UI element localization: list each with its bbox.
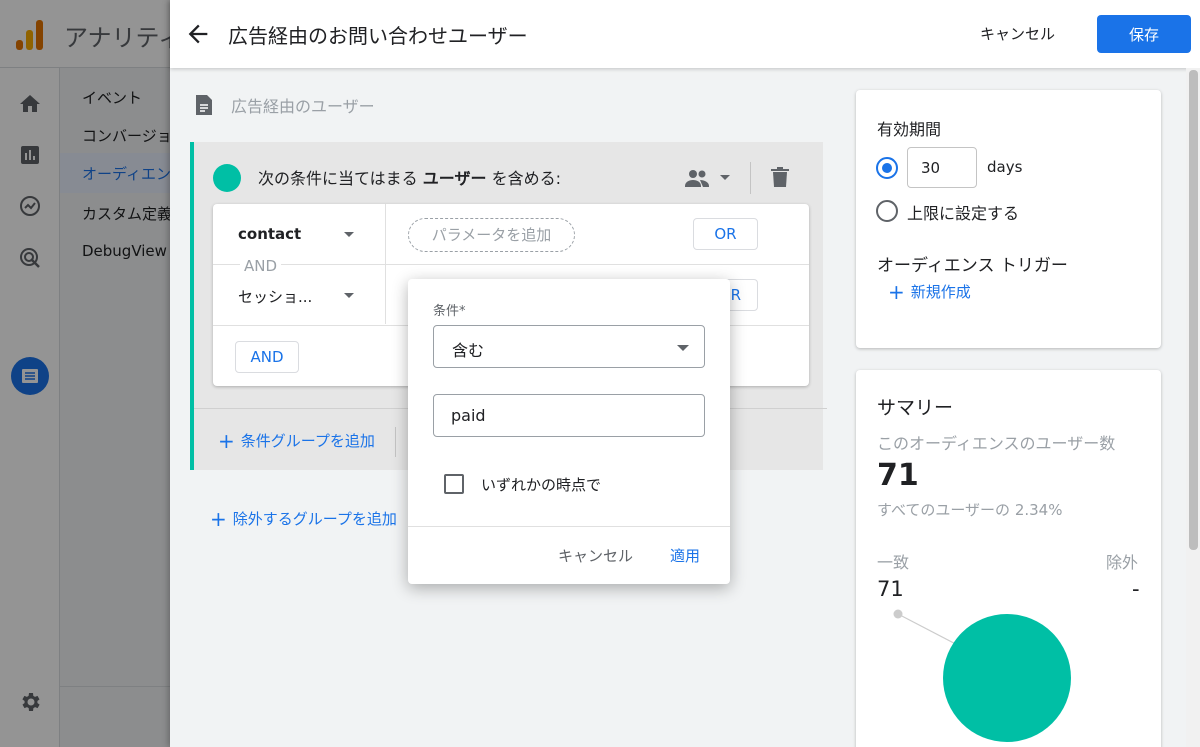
match-value: 71 [877, 577, 904, 601]
group-heading-suffix: を含める: [491, 169, 561, 188]
exclude-label: 除外 [1106, 553, 1139, 572]
people-icon[interactable] [684, 167, 710, 189]
group-heading-prefix: 次の条件に当てはまる [258, 169, 418, 188]
plus-icon: + [888, 280, 905, 304]
popup-cancel-button[interactable]: キャンセル [558, 545, 633, 566]
exclude-value: - [1132, 577, 1140, 601]
chevron-down-icon[interactable] [344, 293, 354, 298]
condition-value-input[interactable] [433, 394, 705, 437]
condition-select[interactable]: 含む [433, 325, 705, 368]
pie-slice-match [943, 614, 1071, 742]
background-overlay [0, 0, 170, 747]
audience-title: 広告経由のお問い合わせユーザー [228, 24, 528, 48]
editor-header: 広告経由のお問い合わせユーザー キャンセル 保存 [170, 0, 1200, 68]
add-parameter-chip[interactable]: パラメータを追加 [408, 218, 575, 252]
popup-apply-button[interactable]: 適用 [670, 545, 700, 566]
group-indicator-dot [213, 164, 241, 192]
header-divider [750, 162, 751, 194]
duration-card: 有効期間 days 上限に設定する オーディエンス トリガー + 新規作成 [856, 90, 1161, 348]
condition-label: 条件* [433, 304, 466, 319]
add-exclude-group-label: 除外するグループを追加 [232, 510, 397, 528]
and-connector-label: AND [240, 257, 282, 275]
or-button[interactable]: OR [693, 218, 758, 250]
pie-leader-dot [893, 609, 903, 619]
delete-trash-icon[interactable] [770, 166, 790, 188]
plus-icon: + [218, 429, 235, 453]
audience-trigger-title: オーディエンス トリガー [877, 256, 1068, 276]
plus-icon: + [210, 507, 227, 531]
summary-pie-chart [893, 609, 1071, 742]
add-exclude-group-button[interactable]: + 除外するグループを追加 [210, 507, 397, 531]
condition-selected-value: 含む [452, 341, 485, 360]
condition-dimension-contact[interactable]: contact [238, 225, 301, 243]
popup-divider [408, 526, 730, 527]
radio-days[interactable] [876, 157, 898, 179]
audience-description[interactable]: 広告経由のユーザー [231, 93, 375, 117]
create-trigger-label: 新規作成 [910, 283, 971, 301]
scrollbar-thumb[interactable] [1189, 70, 1198, 550]
summary-card: サマリー このオーディエンスのユーザー数 71 すべてのユーザーの 2.34% … [856, 370, 1161, 747]
chevron-down-icon [677, 345, 689, 351]
group-heading-scope: ユーザー [422, 169, 487, 188]
any-time-checkbox[interactable] [444, 474, 464, 494]
description-icon [196, 95, 212, 115]
summary-subtitle: このオーディエンスのユーザー数 [877, 434, 1116, 453]
create-trigger-button[interactable]: + 新規作成 [888, 280, 971, 304]
back-arrow-icon[interactable] [184, 20, 212, 48]
add-condition-group-button[interactable]: + 条件グループを追加 [218, 429, 375, 453]
any-time-label: いずれかの時点で [481, 476, 602, 494]
save-button[interactable]: 保存 [1097, 15, 1191, 53]
and-button[interactable]: AND [235, 341, 299, 373]
radio-no-limit[interactable] [876, 200, 898, 222]
summary-count: 71 [877, 458, 919, 493]
add-condition-group-label: 条件グループを追加 [240, 432, 375, 450]
duration-title: 有効期間 [877, 120, 942, 139]
footer-divider [395, 427, 396, 457]
no-limit-label: 上限に設定する [907, 204, 1020, 223]
summary-percent: すべてのユーザーの 2.34% [877, 501, 1063, 519]
summary-title: サマリー [877, 397, 954, 419]
condition-dimension-session[interactable]: セッショ... [238, 286, 312, 307]
group-heading: 次の条件に当てはまる ユーザー を含める: [258, 165, 561, 189]
days-unit-label: days [987, 158, 1023, 176]
row-divider [213, 264, 809, 265]
match-label: 一致 [877, 553, 910, 572]
cancel-button[interactable]: キャンセル [980, 23, 1055, 44]
days-input[interactable] [907, 147, 977, 188]
condition-popup: 条件* 含む いずれかの時点で キャンセル 適用 [408, 279, 730, 584]
scope-chevron-down-icon[interactable] [720, 175, 730, 180]
chevron-down-icon[interactable] [344, 232, 354, 237]
